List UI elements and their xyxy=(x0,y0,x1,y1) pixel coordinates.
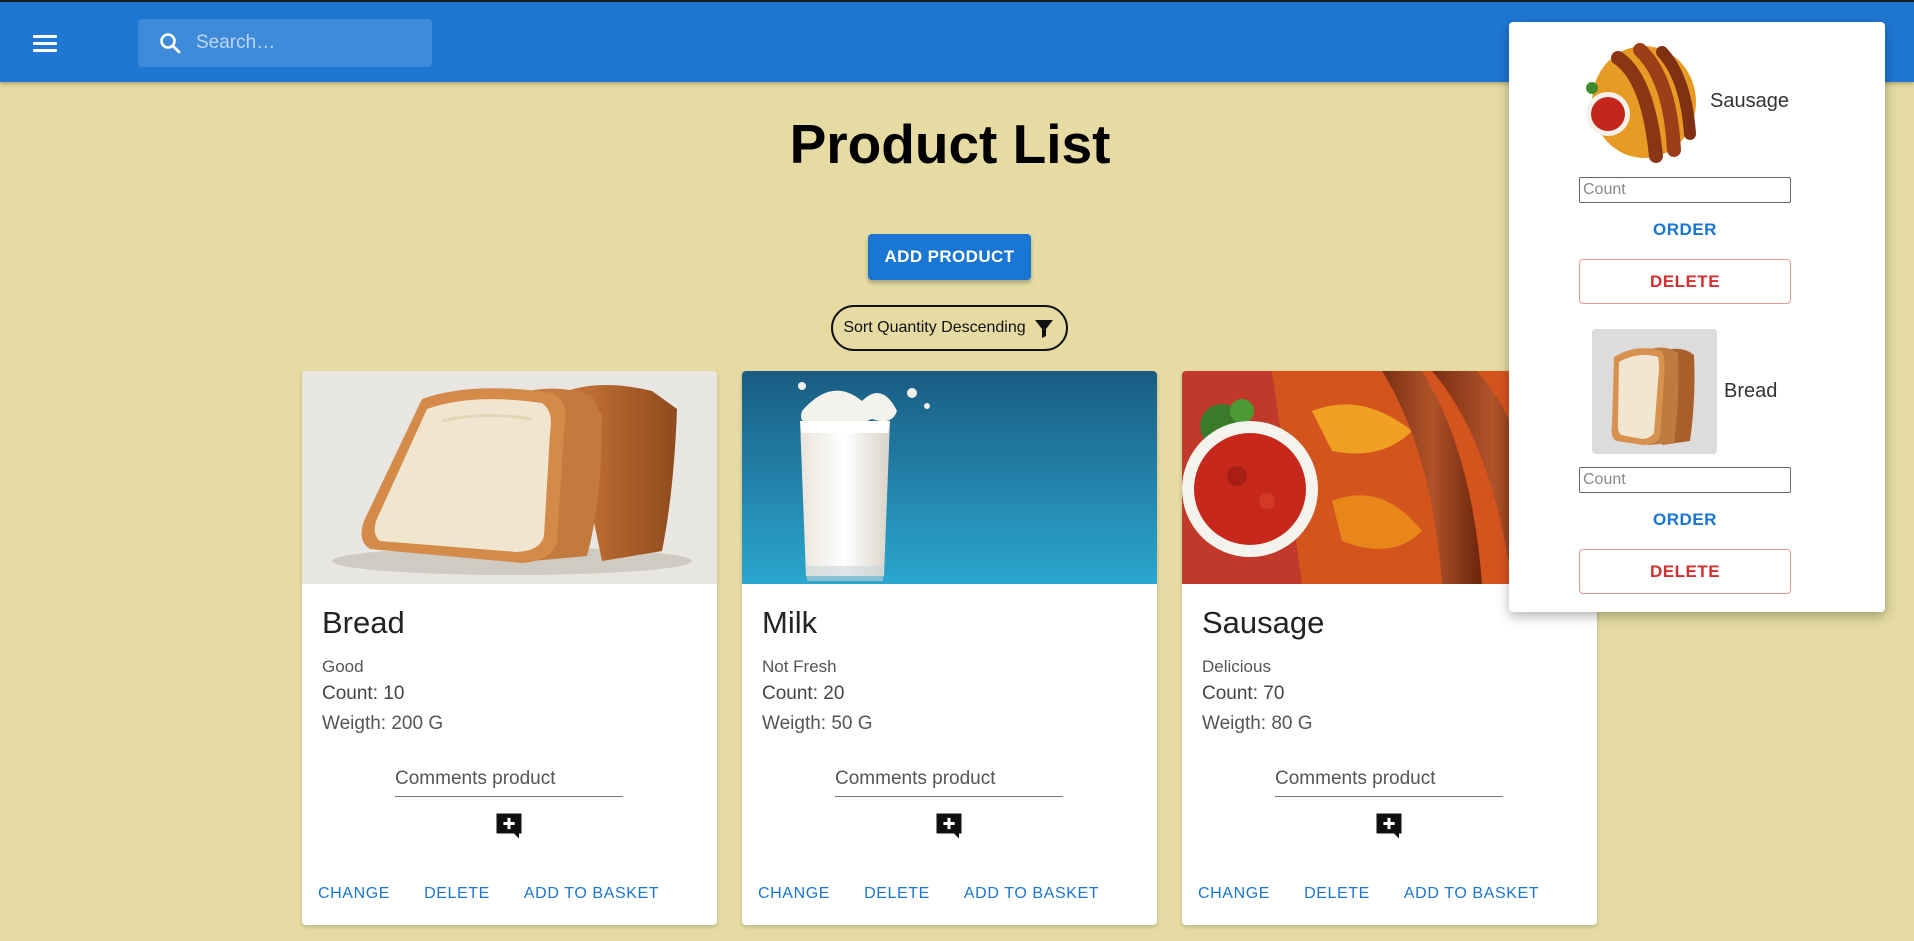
filter-icon xyxy=(1034,320,1053,338)
card-actions: CHANGE DELETE ADD TO BASKET xyxy=(1194,881,1543,907)
product-description: Good xyxy=(322,657,364,676)
product-card-milk: Milk Not Fresh Count: 20 Weigth: 50 G CH… xyxy=(742,371,1157,925)
change-button[interactable]: CHANGE xyxy=(1194,881,1274,907)
search-input[interactable] xyxy=(196,19,426,67)
card-actions: CHANGE DELETE ADD TO BASKET xyxy=(754,881,1103,907)
product-weight: Weigth: 80 G xyxy=(1202,713,1313,734)
add-to-basket-button[interactable]: ADD TO BASKET xyxy=(1400,881,1543,907)
product-description: Delicious xyxy=(1202,657,1271,676)
basket-item-name: Sausage xyxy=(1710,90,1789,112)
order-button[interactable]: ORDER xyxy=(1579,510,1791,530)
basket-delete-button[interactable]: DELETE xyxy=(1579,259,1791,304)
search-icon xyxy=(160,33,181,54)
card-actions: CHANGE DELETE ADD TO BASKET xyxy=(314,881,663,907)
comment-input[interactable] xyxy=(1275,761,1503,797)
basket-item-image xyxy=(1592,329,1717,454)
hamburger-menu-icon[interactable] xyxy=(28,28,62,58)
product-count: Count: 10 xyxy=(322,683,405,704)
basket-item-image xyxy=(1578,38,1703,163)
delete-button[interactable]: DELETE xyxy=(420,881,494,907)
product-name: Sausage xyxy=(1202,605,1325,640)
search-box[interactable] xyxy=(138,19,432,67)
product-name: Milk xyxy=(762,605,818,640)
product-name: Bread xyxy=(322,605,405,640)
add-product-button[interactable]: ADD PRODUCT xyxy=(868,234,1031,280)
delete-button[interactable]: DELETE xyxy=(1300,881,1374,907)
product-weight: Weigth: 50 G xyxy=(762,713,873,734)
add-to-basket-button[interactable]: ADD TO BASKET xyxy=(960,881,1103,907)
comment-input[interactable] xyxy=(835,761,1063,797)
product-image-bread xyxy=(302,371,717,584)
product-weight: Weigth: 200 G xyxy=(322,713,444,734)
change-button[interactable]: CHANGE xyxy=(314,881,394,907)
product-count: Count: 20 xyxy=(762,683,845,704)
basket-item-name: Bread xyxy=(1724,380,1778,402)
product-card-bread: Bread Good Count: 10 Weigth: 200 G CHANG… xyxy=(302,371,717,925)
change-button[interactable]: CHANGE xyxy=(754,881,834,907)
delete-button[interactable]: DELETE xyxy=(860,881,934,907)
add-comment-icon[interactable] xyxy=(494,811,524,841)
basket-count-input[interactable] xyxy=(1579,177,1791,203)
add-to-basket-button[interactable]: ADD TO BASKET xyxy=(520,881,663,907)
sort-quantity-button[interactable]: Sort Quantity Descending xyxy=(831,305,1068,351)
basket-count-input[interactable] xyxy=(1579,467,1791,493)
basket-delete-button[interactable]: DELETE xyxy=(1579,549,1791,594)
add-comment-icon[interactable] xyxy=(1374,811,1404,841)
product-count: Count: 70 xyxy=(1202,683,1285,704)
product-image-milk xyxy=(742,371,1157,584)
sort-label: Sort Quantity Descending xyxy=(843,319,1026,336)
basket-popover: Sausage ORDER DELETE Bread ORDER DELETE xyxy=(1509,22,1885,612)
comment-input[interactable] xyxy=(395,761,623,797)
product-description: Not Fresh xyxy=(762,657,837,676)
order-button[interactable]: ORDER xyxy=(1579,220,1791,240)
add-comment-icon[interactable] xyxy=(934,811,964,841)
